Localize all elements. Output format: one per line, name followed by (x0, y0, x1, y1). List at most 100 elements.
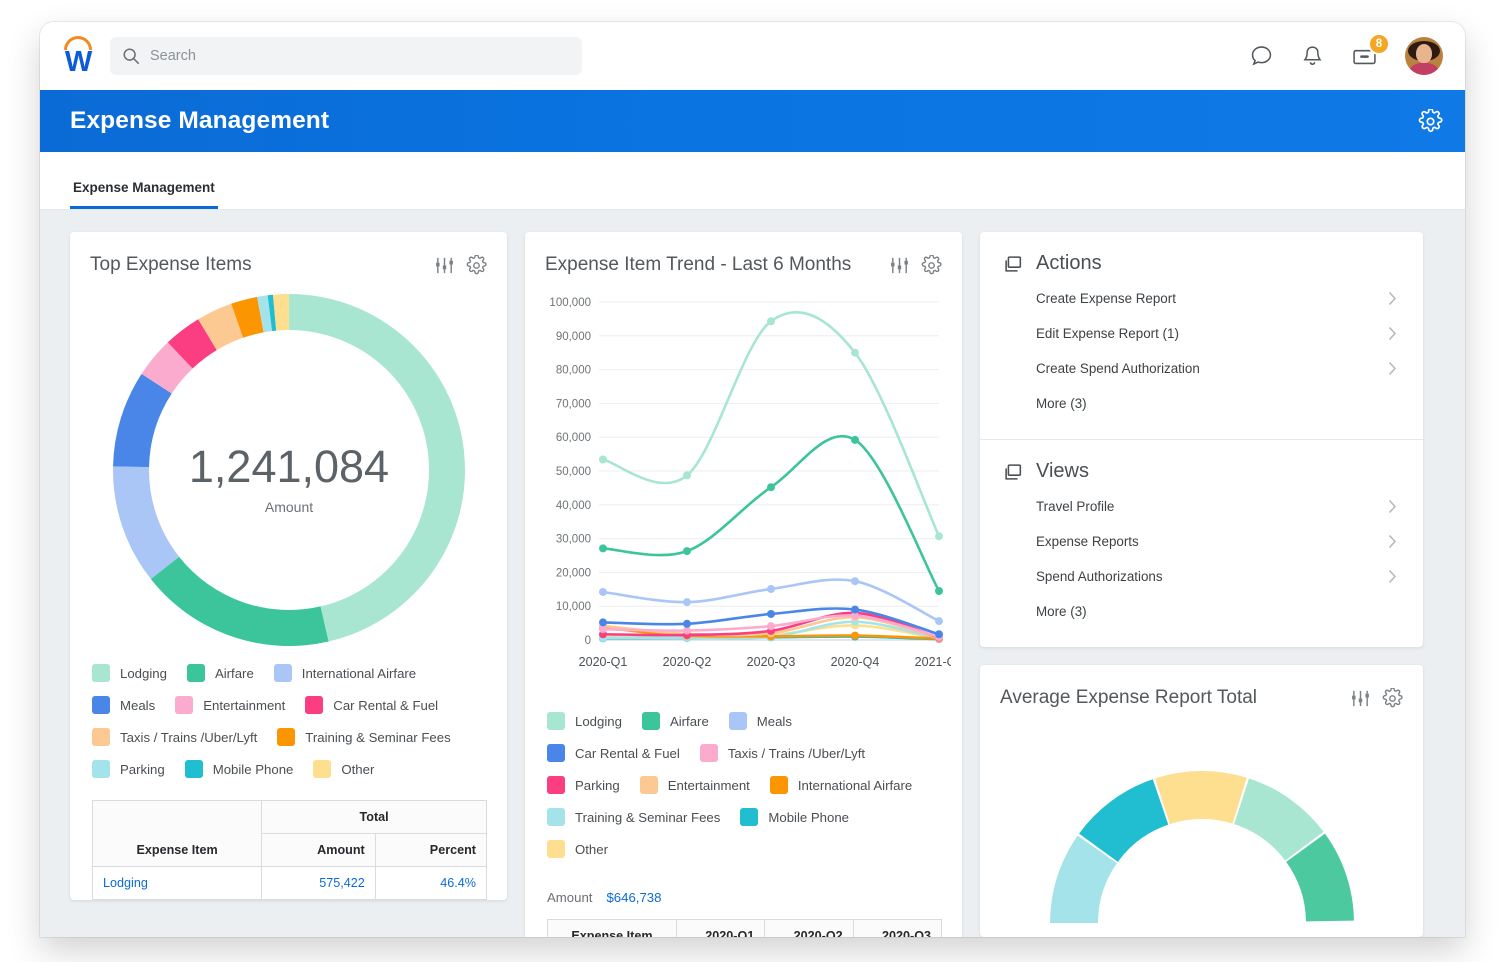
th-amount: Amount (262, 834, 376, 867)
data-point[interactable] (683, 620, 691, 628)
tab-expense-management[interactable]: Expense Management (70, 180, 218, 209)
data-point[interactable] (935, 630, 943, 638)
banner-gear-icon[interactable] (1418, 109, 1443, 134)
legend-label: International Airfare (798, 778, 912, 793)
data-point[interactable] (851, 606, 859, 614)
y-axis-tick-label: 90,000 (556, 331, 591, 343)
views-list: Travel ProfileExpense ReportsSpend Autho… (1002, 489, 1401, 629)
data-point[interactable] (599, 618, 607, 626)
actions-item[interactable]: Edit Expense Report (1) (1002, 316, 1401, 351)
legend-item[interactable]: Airfare (187, 664, 254, 682)
gear-icon[interactable] (1382, 688, 1403, 709)
data-point[interactable] (599, 544, 607, 552)
cell-expense-item[interactable]: Lodging (93, 867, 262, 900)
legend-item[interactable]: Parking (547, 776, 620, 794)
data-point[interactable] (935, 532, 943, 540)
search-placeholder-text: Search (150, 48, 196, 64)
data-point[interactable] (683, 547, 691, 555)
card-header: Average Expense Report Total (980, 665, 1423, 717)
data-point[interactable] (767, 622, 775, 630)
filter-sliders-icon[interactable] (434, 255, 455, 276)
gear-icon[interactable] (921, 255, 942, 276)
legend-item[interactable]: Entertainment (640, 776, 750, 794)
gear-icon[interactable] (466, 255, 487, 276)
inbox-icon[interactable]: 8 (1351, 44, 1378, 68)
legend-swatch (187, 664, 205, 682)
legend-item[interactable]: Mobile Phone (185, 760, 294, 778)
views-item[interactable]: More (3) (1002, 594, 1401, 629)
line-chart-svg: 010,00020,00030,00040,00050,00060,00070,… (531, 288, 951, 708)
legend-item[interactable]: International Airfare (274, 664, 416, 682)
views-item[interactable]: Expense Reports (1002, 524, 1401, 559)
legend-item[interactable]: International Airfare (770, 776, 912, 794)
legend-swatch (185, 760, 203, 778)
avatar[interactable] (1405, 37, 1443, 75)
legend-swatch (274, 664, 292, 682)
data-point[interactable] (599, 456, 607, 464)
card-actions-views: Actions Create Expense ReportEdit Expens… (980, 232, 1423, 647)
actions-item[interactable]: Create Expense Report (1002, 281, 1401, 316)
filter-sliders-icon[interactable] (1350, 688, 1371, 709)
donut-slice[interactable] (150, 557, 328, 646)
bell-icon[interactable] (1301, 44, 1324, 69)
data-point[interactable] (851, 349, 859, 357)
data-point[interactable] (767, 585, 775, 593)
legend-item[interactable]: Training & Seminar Fees (277, 728, 450, 746)
legend-swatch (700, 744, 718, 762)
legend-item[interactable]: Other (313, 760, 374, 778)
gauge-segment[interactable] (1155, 771, 1247, 824)
legend-item[interactable]: Airfare (642, 712, 709, 730)
amount-value[interactable]: $646,738 (606, 890, 661, 905)
data-point[interactable] (851, 632, 859, 640)
actions-item[interactable]: Create Spend Authorization (1002, 351, 1401, 386)
chat-icon[interactable] (1249, 44, 1274, 69)
data-point[interactable] (935, 617, 943, 625)
line-series[interactable] (603, 312, 939, 536)
logo-w: W (58, 47, 98, 77)
legend-item[interactable]: Other (547, 840, 608, 858)
views-item[interactable]: Travel Profile (1002, 489, 1401, 524)
data-point[interactable] (851, 577, 859, 585)
search-icon (122, 47, 140, 65)
chevron-right-icon (1388, 361, 1397, 376)
legend-item[interactable]: Meals (92, 696, 155, 714)
legend-item[interactable]: Lodging (92, 664, 167, 682)
expense-item-trend-chart[interactable]: 010,00020,00030,00040,00050,00060,00070,… (525, 284, 962, 708)
search-input[interactable]: Search (110, 37, 582, 75)
table-row[interactable]: Lodging 575,422 46.4% (93, 867, 487, 900)
donut-slice[interactable] (113, 374, 172, 467)
workday-logo[interactable]: W (58, 33, 98, 79)
legend-item[interactable]: Entertainment (175, 696, 285, 714)
legend-item[interactable]: Lodging (547, 712, 622, 730)
line-series[interactable] (603, 436, 939, 591)
legend-swatch (313, 760, 331, 778)
data-point[interactable] (599, 588, 607, 596)
legend-item[interactable]: Parking (92, 760, 165, 778)
legend-item[interactable]: Taxis / Trains /Uber/Lyft (92, 728, 257, 746)
legend-swatch (729, 712, 747, 730)
legend-item[interactable]: Car Rental & Fuel (305, 696, 438, 714)
legend-item[interactable]: Mobile Phone (740, 808, 849, 826)
legend-swatch (175, 696, 193, 714)
legend-item[interactable]: Training & Seminar Fees (547, 808, 720, 826)
data-point[interactable] (767, 483, 775, 491)
data-point[interactable] (767, 610, 775, 618)
filter-sliders-icon[interactable] (889, 255, 910, 276)
legend-label: Parking (120, 762, 165, 777)
views-item[interactable]: Spend Authorizations (1002, 559, 1401, 594)
legend-item[interactable]: Car Rental & Fuel (547, 744, 680, 762)
average-expense-gauge[interactable] (980, 727, 1423, 927)
top-expense-items-donut[interactable]: 1,241,084 Amount (70, 290, 507, 650)
data-point[interactable] (683, 471, 691, 479)
cell-percent[interactable]: 46.4% (375, 867, 486, 900)
cell-amount[interactable]: 575,422 (262, 867, 376, 900)
y-axis-tick-label: 100,000 (549, 297, 591, 309)
donut-slice[interactable] (113, 466, 179, 579)
data-point[interactable] (683, 598, 691, 606)
data-point[interactable] (935, 587, 943, 595)
legend-item[interactable]: Taxis / Trains /Uber/Lyft (700, 744, 865, 762)
data-point[interactable] (767, 317, 775, 325)
actions-item[interactable]: More (3) (1002, 386, 1401, 421)
data-point[interactable] (851, 436, 859, 444)
legend-item[interactable]: Meals (729, 712, 792, 730)
